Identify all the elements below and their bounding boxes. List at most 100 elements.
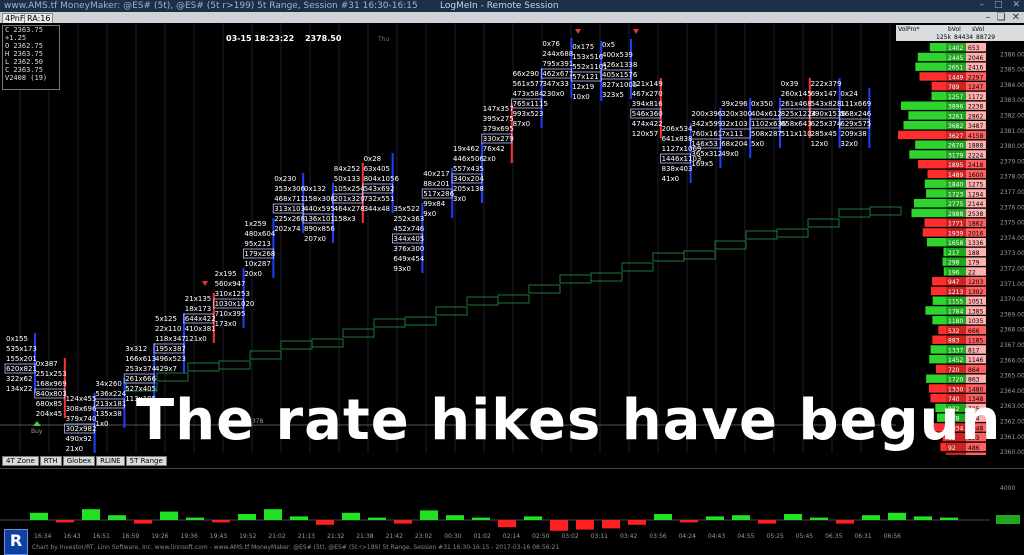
delta-bar [732,515,750,520]
staircase-step [218,360,251,370]
footprint-cell: 261x468 [781,100,812,108]
volume-profile-bar [943,247,946,257]
footprint-cell: 0x155 [6,335,28,343]
footprint-cell: 625x374 [811,120,842,128]
volume-profile-svol-text: 179 [968,260,980,267]
volume-profile-bvol-text: 1895 [948,162,963,169]
close-icon[interactable]: ✕ [1012,0,1020,10]
footprint-cell: 95x213 [244,240,270,248]
footprint-cell: 0x350 [751,100,773,108]
staircase-step [187,362,220,372]
footprint-cell: 0x175 [572,43,594,51]
footprint-cell: 12x0 [811,140,829,148]
footprint-cell: 342x599 [691,120,722,128]
volume-profile-bvol-text: 1402 [948,45,963,52]
maximize-icon[interactable]: □ [994,0,1003,10]
footprint-cell: 207x0 [304,235,326,243]
chart-toolbar [0,12,1024,23]
volume-profile-bvol-text: 1784 [948,308,963,315]
delta-bar [342,512,360,520]
volume-profile-bar [922,228,946,237]
footprint-cell: 169x5 [691,160,713,168]
time-tick-label: 16:34 [34,533,51,540]
time-tick-label: 06:56 [884,533,901,540]
restore-icon[interactable]: ❏ [997,12,1006,23]
delta-bar [368,517,386,520]
footprint-cell: 0x5 [602,41,615,49]
time-tick-label: 04:55 [737,533,754,540]
volume-profile-svol-text: 1247 [968,84,983,91]
volume-profile-header-cell: 125k [936,34,951,41]
volume-profile-bvol-text: 196 [948,269,960,276]
volume-profile-bvol-text: 1155 [948,299,963,306]
volume-profile-header-cell: VolPro* [898,26,920,33]
delta-subchart-svg: 4000 16:34 16:43 16:51 16:59 19:26 19:36 19:43 1… [0,485,1020,540]
time-tick-label: 02:14 [503,533,520,540]
footprint-cell: 440x595 [304,205,335,213]
delta-bar [212,520,230,523]
footprint-cell: 840x803 [36,390,67,398]
volume-profile-bvol-text: 2445 [948,55,963,62]
footprint-column: 19x462 446x506 557x435 340x204 205x138 3x0 [451,143,484,203]
footprint-cell: 134x22 [6,385,32,393]
footprint-cell: 5x125 [155,315,177,323]
volume-profile-bvol-text: 1257 [948,94,963,101]
footprint-cell: 158x3 [334,215,356,223]
delta-bar [680,520,698,523]
ohlc-line: C 2363.75 [5,66,43,74]
tab-5t-range[interactable]: 5T Range [125,456,167,466]
timestamp-readout: 03-15 18:23:22 2378.50 [226,34,341,43]
delta-bar [82,509,100,520]
volume-profile-bar [929,43,946,52]
footprint-cell: 546x360 [632,110,663,118]
footprint-cell: 261x666 [125,375,156,383]
footprint-cell: 452x746 [393,225,424,233]
footprint-cell: 680x85 [36,400,62,408]
ohlc-line: +1.25 [5,34,27,42]
volume-profile-bvol-text: 0 [948,455,952,456]
tab-globex[interactable]: Globex [62,456,96,466]
footprint-cell: 426x1338 [602,61,637,69]
tab-rline[interactable]: RLINE [96,456,125,466]
delta-bar [160,511,178,520]
tab-rth[interactable]: RTH [39,456,62,466]
minimize-icon[interactable]: – [979,0,984,10]
footprint-cell: 641x838 [662,135,693,143]
close-icon[interactable]: ✕ [1012,12,1020,23]
footprint-cell: 285x45 [811,130,837,138]
volume-profile-bvol-text: 1939 [948,230,963,237]
volume-profile-bvol-text: 1723 [948,191,963,198]
staircase-step [590,272,623,282]
footprint-cell: 405x1576 [602,71,638,79]
tab-4t-zone[interactable]: 4T Zone [2,456,39,466]
volume-profile-header: VolPro* bVol sVol 125k 84434 88729 [896,25,1024,41]
staircase-step [404,316,437,326]
volume-profile-bvol-text: 2988 [948,211,963,218]
volume-profile-bvol-text: 1771 [948,221,963,228]
footprint-cell: 121x149 [632,80,663,88]
volume-profile-bvol-text: 789 [948,84,960,91]
volume-profile-bvol-text: 1840 [948,182,963,189]
minimize-icon[interactable]: – [986,12,991,23]
footprint-cell: 376x300 [393,245,424,253]
footer-text: Chart by Investor/RT, Linn Software, Inc… [32,544,560,551]
footprint-cell: 517x286 [423,190,454,198]
footprint-cell: 429x7 [155,365,177,373]
footprint-cell: 88x201 [423,180,449,188]
footprint-cell: 21x0 [66,445,84,453]
footprint-cell: 7x111 [721,130,743,138]
footprint-cell: 658x643 [781,120,812,128]
footprint-cell: 34x260 [95,380,121,388]
delta-bar [524,516,542,520]
volume-profile-bvol-text: 2651 [948,65,963,72]
footprint-cell: 1x0 [95,420,108,428]
delta-bar [30,512,48,520]
footprint-cell: 536x224 [95,390,126,398]
volume-profile-svol-text: 1600 [968,172,983,179]
footprint-cell: 347x33 [542,80,568,88]
staircase-step [373,318,406,328]
footprint-cell: 496x523 [155,355,186,363]
footprint-cell: 155x201 [6,355,37,363]
volume-profile-svol-text: 1294 [968,191,983,198]
footprint-cell: 209x38 [840,130,866,138]
